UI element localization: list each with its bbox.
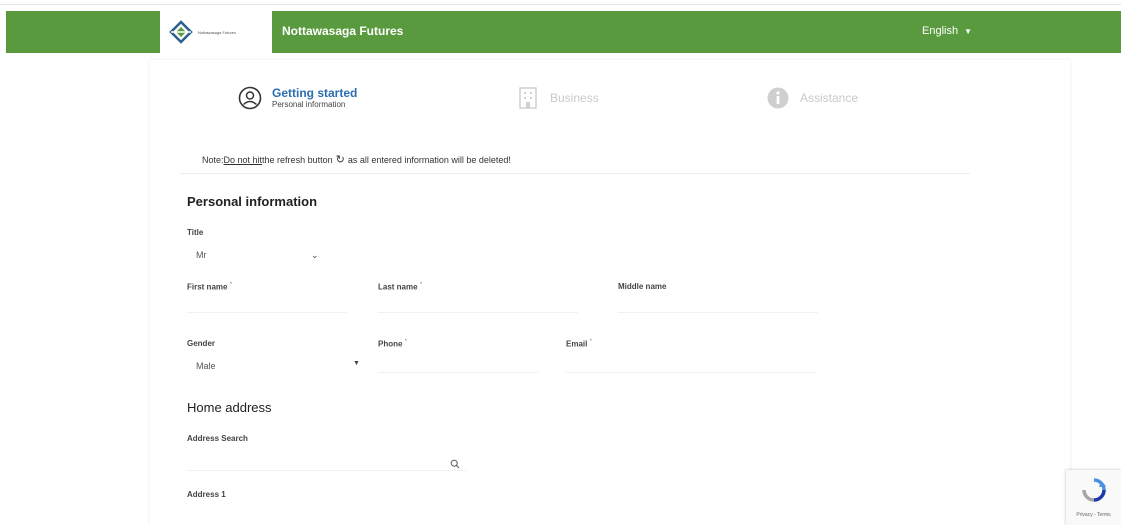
required-marker: * (419, 282, 423, 288)
divider (180, 173, 970, 174)
top-border (0, 0, 1121, 5)
logo[interactable]: Nottawasaga Futures (160, 11, 272, 53)
building-icon (516, 86, 540, 110)
refresh-icon: ↻ (335, 154, 345, 166)
first-name-label-text: First name (187, 282, 228, 292)
last-name-field[interactable] (378, 312, 578, 313)
section-title-personal: Personal information (187, 194, 318, 209)
info-circle-icon (766, 86, 790, 110)
email-label: Email * (566, 339, 592, 349)
first-name-label: First name * (187, 282, 232, 292)
step-business[interactable]: Business (516, 86, 599, 110)
caret-down-icon: ▼ (353, 360, 360, 367)
first-name-field[interactable] (187, 312, 347, 313)
chevron-down-icon: ⌄ (311, 250, 319, 260)
recaptcha-badge[interactable]: Privacy - Terms (1066, 470, 1121, 525)
step-title: Getting started (272, 86, 358, 100)
step-subtitle: Personal information (272, 100, 346, 109)
refresh-warning-note: Note: Do not hit the refresh button ↻ as… (202, 153, 511, 166)
form-card: Getting started Personal information Bus… (150, 60, 1070, 525)
section-title-address: Home address (187, 400, 272, 415)
stepper: Getting started Personal information Bus… (150, 60, 1070, 140)
language-selector[interactable]: English ▼ (922, 25, 972, 37)
required-marker: * (589, 339, 592, 345)
email-label-text: Email (566, 339, 588, 349)
step-assistance[interactable]: Assistance (766, 86, 858, 110)
app-header: Nottawasaga Futures Nottawasaga Futures … (6, 11, 1121, 53)
recaptcha-icon (1081, 477, 1107, 508)
last-name-label-text: Last name (378, 282, 418, 292)
phone-field[interactable] (378, 372, 538, 373)
required-marker: * (404, 339, 408, 345)
phone-label-text: Phone (378, 339, 403, 349)
user-circle-icon (238, 86, 262, 110)
search-icon[interactable] (450, 456, 460, 469)
title-select[interactable]: Mr (196, 250, 207, 260)
recaptcha-links[interactable]: Privacy - Terms (1076, 512, 1110, 518)
logo-text: Nottawasaga Futures (198, 29, 237, 35)
app-title: Nottawasaga Futures (282, 24, 404, 38)
step-title: Business (550, 91, 599, 105)
required-marker: * (229, 282, 233, 288)
step-getting-started[interactable]: Getting started Personal information (238, 86, 357, 110)
address1-label: Address 1 (187, 490, 226, 499)
caret-down-icon: ▼ (964, 26, 972, 36)
gender-select[interactable]: Male (196, 361, 216, 371)
note-emphasis: Do not hit (223, 154, 263, 165)
gender-label: Gender (187, 339, 216, 348)
note-suffix: as all entered information will be delet… (347, 154, 511, 165)
phone-label: Phone * (378, 339, 407, 349)
address-search-input[interactable] (187, 470, 467, 471)
logo-mark-icon (168, 19, 194, 45)
email-field[interactable] (566, 372, 816, 373)
step-title: Assistance (800, 91, 859, 105)
note-middle: the refresh button (262, 154, 333, 165)
middle-name-label: Middle name (618, 282, 667, 291)
language-label: English (922, 25, 959, 37)
address-search-label: Address Search (187, 434, 248, 443)
note-prefix: Note: (202, 154, 224, 165)
title-label: Title (187, 228, 204, 237)
last-name-label: Last name * (378, 282, 422, 292)
middle-name-field[interactable] (618, 312, 818, 313)
